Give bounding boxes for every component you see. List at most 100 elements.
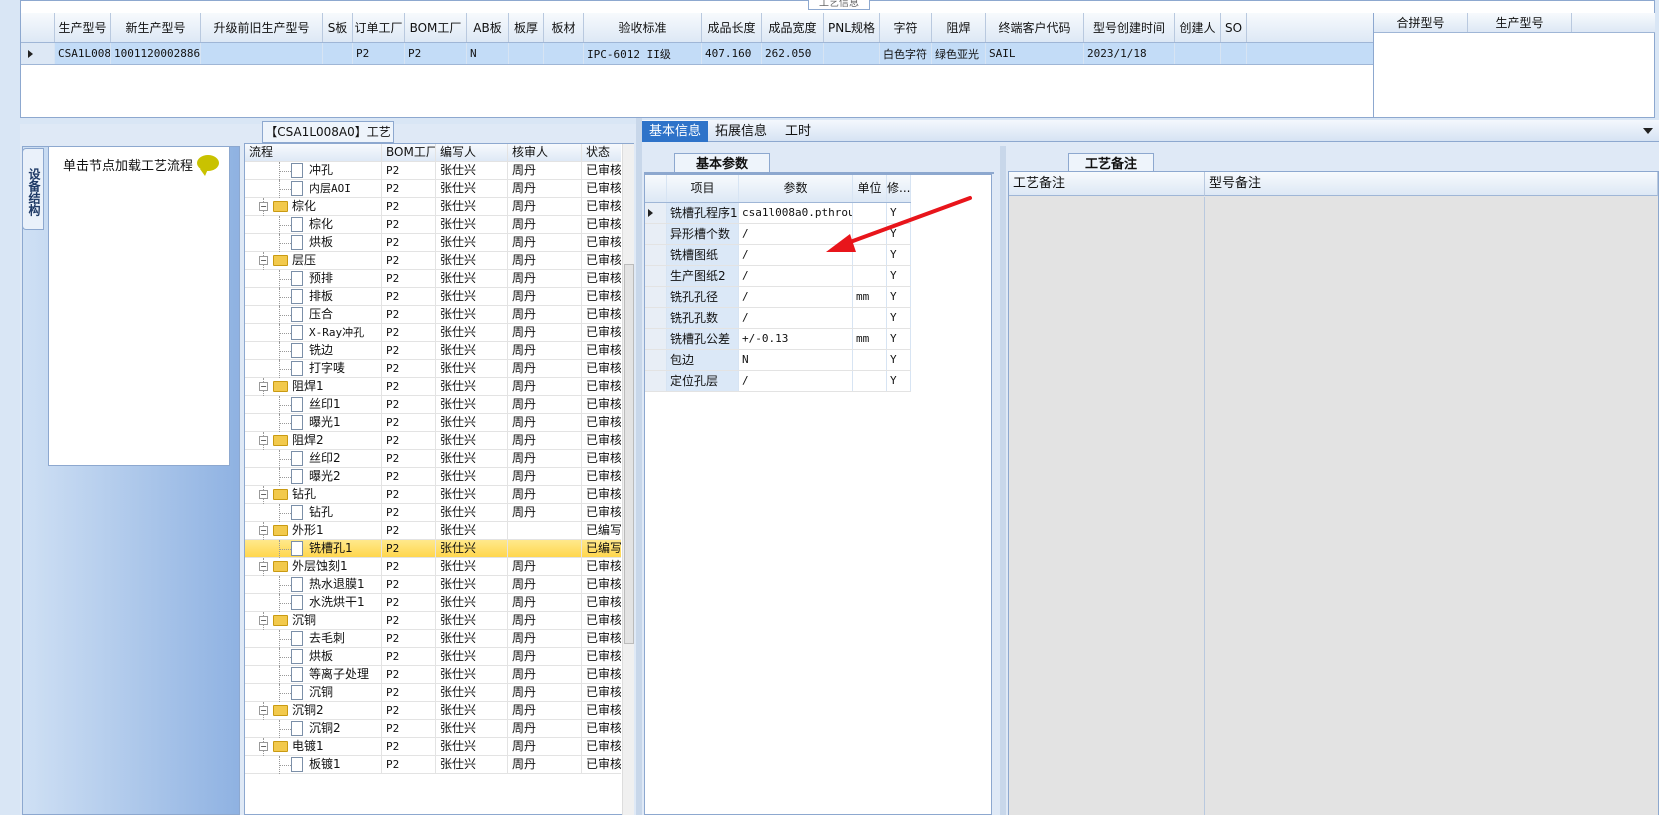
grid-cell[interactable]: SAIL bbox=[986, 43, 1084, 64]
collapse-icon[interactable]: − bbox=[259, 742, 268, 751]
collapse-icon[interactable]: − bbox=[259, 526, 268, 535]
tree-node[interactable]: − 外形1 bbox=[245, 522, 381, 540]
column-header[interactable]: 订单工厂 bbox=[353, 13, 405, 42]
grid-cell[interactable] bbox=[509, 43, 544, 64]
params-row[interactable]: 定位孔层 / Y bbox=[645, 371, 911, 392]
param-value-cell[interactable]: +/-0.13 bbox=[739, 329, 853, 349]
param-value-cell[interactable]: / bbox=[739, 371, 853, 391]
grid-cell[interactable]: N bbox=[467, 43, 509, 64]
grid-cell[interactable] bbox=[1175, 43, 1221, 64]
tree-row[interactable]: 板镀1 P2 张仕兴 周丹 已审核 bbox=[245, 756, 621, 774]
grid-cell[interactable] bbox=[544, 43, 584, 64]
tree-row[interactable]: 热水退膜1 P2 张仕兴 周丹 已审核 bbox=[245, 576, 621, 594]
tree-node[interactable]: − 层压 bbox=[245, 252, 381, 270]
merge-column-header[interactable]: 生产型号 bbox=[1468, 13, 1572, 32]
collapse-icon[interactable]: − bbox=[259, 616, 268, 625]
column-header[interactable]: 创建人 bbox=[1175, 13, 1221, 42]
collapse-icon[interactable]: − bbox=[259, 562, 268, 571]
tree-row[interactable]: 钻孔 P2 张仕兴 周丹 已审核 bbox=[245, 504, 621, 522]
tree-column-header[interactable]: 状态 bbox=[581, 144, 621, 162]
column-header[interactable]: 成品长度 bbox=[702, 13, 762, 42]
tree-scrollbar-thumb[interactable] bbox=[624, 264, 634, 644]
tab-basic-info[interactable]: 基本信息 bbox=[642, 121, 709, 142]
grid-cell[interactable]: 白色字符 bbox=[880, 43, 932, 64]
tree-node[interactable]: − 钻孔 bbox=[245, 486, 381, 504]
param-modify-cell[interactable]: Y bbox=[887, 350, 911, 370]
tree-row[interactable]: − 沉铜2 P2 张仕兴 周丹 已审核 bbox=[245, 702, 621, 720]
column-header[interactable]: 板材 bbox=[544, 13, 584, 42]
tree-node[interactable]: 排板 bbox=[245, 288, 381, 306]
column-header[interactable]: PNL规格 bbox=[824, 13, 880, 42]
model-grid-row[interactable]: CSA1L008A010011200028861P2P2NIPC-6012 II… bbox=[21, 43, 1374, 65]
tree-column-header[interactable]: 编写人 bbox=[435, 144, 507, 162]
tree-row[interactable]: − 沉铜 P2 张仕兴 周丹 已审核 bbox=[245, 612, 621, 630]
tree-row[interactable]: − 阻焊1 P2 张仕兴 周丹 已审核 bbox=[245, 378, 621, 396]
grid-cell[interactable]: 407.160 bbox=[702, 43, 762, 64]
remarks-splitter[interactable] bbox=[1000, 146, 1006, 815]
params-row[interactable]: 包边 N Y bbox=[645, 350, 911, 371]
tree-node[interactable]: 压合 bbox=[245, 306, 381, 324]
tree-row[interactable]: 丝印2 P2 张仕兴 周丹 已审核 bbox=[245, 450, 621, 468]
tab-extended-info[interactable]: 拓展信息 bbox=[708, 121, 774, 142]
column-header[interactable]: 升级前旧生产型号 bbox=[201, 13, 323, 42]
process-remark-textarea[interactable] bbox=[1009, 197, 1205, 815]
grid-cell[interactable]: 10011200028861 bbox=[111, 43, 201, 64]
tree-node[interactable]: − 阻焊2 bbox=[245, 432, 381, 450]
tree-node[interactable]: 烘板 bbox=[245, 234, 381, 252]
tree-row[interactable]: − 钻孔 P2 张仕兴 周丹 已审核 bbox=[245, 486, 621, 504]
tree-row[interactable]: − 电镀1 P2 张仕兴 周丹 已审核 bbox=[245, 738, 621, 756]
tree-node[interactable]: 丝印1 bbox=[245, 396, 381, 414]
column-header[interactable]: 生产型号 bbox=[55, 13, 111, 42]
grid-cell[interactable]: 2023/1/18 bbox=[1084, 43, 1175, 64]
tree-row[interactable]: 沉铜 P2 张仕兴 周丹 已审核 bbox=[245, 684, 621, 702]
grid-cell[interactable]: 262.050 bbox=[762, 43, 824, 64]
tree-node[interactable]: 烘板 bbox=[245, 648, 381, 666]
grid-cell[interactable] bbox=[824, 43, 880, 64]
tree-column-header[interactable]: BOM工厂 bbox=[381, 144, 435, 162]
param-modify-cell[interactable]: Y bbox=[887, 329, 911, 349]
collapse-icon[interactable]: − bbox=[259, 706, 268, 715]
tree-row[interactable]: 曝光1 P2 张仕兴 周丹 已审核 bbox=[245, 414, 621, 432]
grid-cell[interactable] bbox=[201, 43, 323, 64]
tree-node[interactable]: − 电镀1 bbox=[245, 738, 381, 756]
panel-splitter[interactable] bbox=[636, 118, 642, 815]
collapse-icon[interactable]: − bbox=[259, 202, 268, 211]
tree-node[interactable]: 预排 bbox=[245, 270, 381, 288]
tree-row[interactable]: 棕化 P2 张仕兴 周丹 已审核 bbox=[245, 216, 621, 234]
grid-cell[interactable] bbox=[1221, 43, 1247, 64]
tree-node[interactable]: 等离子处理 bbox=[245, 666, 381, 684]
param-value-cell[interactable]: N bbox=[739, 350, 853, 370]
tree-node[interactable]: 铣槽孔1 bbox=[245, 540, 381, 558]
column-header[interactable]: AB板 bbox=[467, 13, 509, 42]
model-remark-textarea[interactable] bbox=[1205, 197, 1658, 815]
column-header[interactable]: 验收标准 bbox=[584, 13, 702, 42]
tree-node[interactable]: 冲孔 bbox=[245, 162, 381, 180]
tree-node[interactable]: 水洗烘干1 bbox=[245, 594, 381, 612]
tree-row[interactable]: 铣槽孔1 P2 张仕兴 已编写 bbox=[245, 540, 621, 558]
param-value-cell[interactable]: / bbox=[739, 308, 853, 328]
tab-equipment-structure[interactable]: 设备结构 bbox=[22, 148, 44, 230]
params-row[interactable]: 生产图纸2/ Y bbox=[645, 266, 911, 287]
tree-row[interactable]: 曝光2 P2 张仕兴 周丹 已审核 bbox=[245, 468, 621, 486]
tree-node[interactable]: − 沉铜2 bbox=[245, 702, 381, 720]
tree-row[interactable]: 沉铜2 P2 张仕兴 周丹 已审核 bbox=[245, 720, 621, 738]
param-modify-cell[interactable]: Y bbox=[887, 308, 911, 328]
tree-node[interactable]: 板镀1 bbox=[245, 756, 381, 774]
tree-row[interactable]: − 层压 P2 张仕兴 周丹 已审核 bbox=[245, 252, 621, 270]
grid-cell[interactable] bbox=[323, 43, 353, 64]
grid-cell[interactable]: P2 bbox=[405, 43, 467, 64]
param-modify-cell[interactable]: Y bbox=[887, 287, 911, 307]
tree-node[interactable]: X-Ray冲孔 bbox=[245, 324, 381, 342]
column-header[interactable]: 成品宽度 bbox=[762, 13, 824, 42]
column-header[interactable]: S板 bbox=[323, 13, 353, 42]
param-modify-cell[interactable]: Y bbox=[887, 371, 911, 391]
collapse-icon[interactable]: − bbox=[259, 490, 268, 499]
tree-row[interactable]: 打字唛 P2 张仕兴 周丹 已审核 bbox=[245, 360, 621, 378]
tree-row[interactable]: − 阻焊2 P2 张仕兴 周丹 已审核 bbox=[245, 432, 621, 450]
tree-row[interactable]: 丝印1 P2 张仕兴 周丹 已审核 bbox=[245, 396, 621, 414]
column-header[interactable]: BOM工厂 bbox=[405, 13, 467, 42]
tree-row[interactable]: 去毛刺 P2 张仕兴 周丹 已审核 bbox=[245, 630, 621, 648]
column-header[interactable]: 字符 bbox=[880, 13, 932, 42]
tree-row[interactable]: 水洗烘干1 P2 张仕兴 周丹 已审核 bbox=[245, 594, 621, 612]
params-column-header[interactable]: 项目 bbox=[667, 175, 739, 202]
